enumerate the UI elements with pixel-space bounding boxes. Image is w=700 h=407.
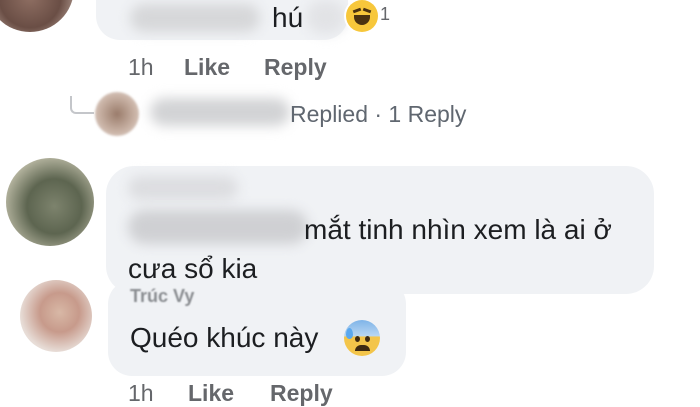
comment-text: Quéo khúc này bbox=[130, 322, 319, 353]
reply-button[interactable]: Reply bbox=[270, 380, 333, 407]
like-button[interactable]: Like bbox=[188, 380, 234, 407]
reply-arrow-icon bbox=[70, 96, 94, 114]
avatar[interactable] bbox=[0, 0, 74, 32]
reply-button[interactable]: Reply bbox=[264, 54, 327, 81]
laughing-emoji-icon[interactable] bbox=[346, 0, 378, 32]
comment-text: hú bbox=[272, 2, 304, 33]
blurred-text bbox=[128, 210, 308, 244]
blurred-author-name bbox=[130, 4, 260, 32]
reaction-count: 1 bbox=[380, 4, 391, 24]
avatar[interactable] bbox=[20, 280, 92, 352]
blurred-author-name bbox=[128, 176, 238, 200]
anxious-sweat-emoji-icon bbox=[344, 320, 380, 356]
comment-time[interactable]: 1h bbox=[128, 380, 154, 407]
avatar[interactable] bbox=[6, 158, 94, 246]
comment-text-line-1: mắt tinh nhìn xem là ai ở bbox=[304, 214, 612, 245]
comment-time[interactable]: 1h bbox=[128, 54, 154, 81]
blurred-text bbox=[306, 0, 346, 34]
replies-summary-link[interactable]: Replied · 1 Reply bbox=[290, 101, 466, 128]
like-button[interactable]: Like bbox=[184, 54, 230, 81]
comment-author[interactable]: Trúc Vy bbox=[130, 286, 194, 307]
avatar[interactable] bbox=[95, 92, 139, 136]
blurred-author-name bbox=[150, 98, 290, 126]
